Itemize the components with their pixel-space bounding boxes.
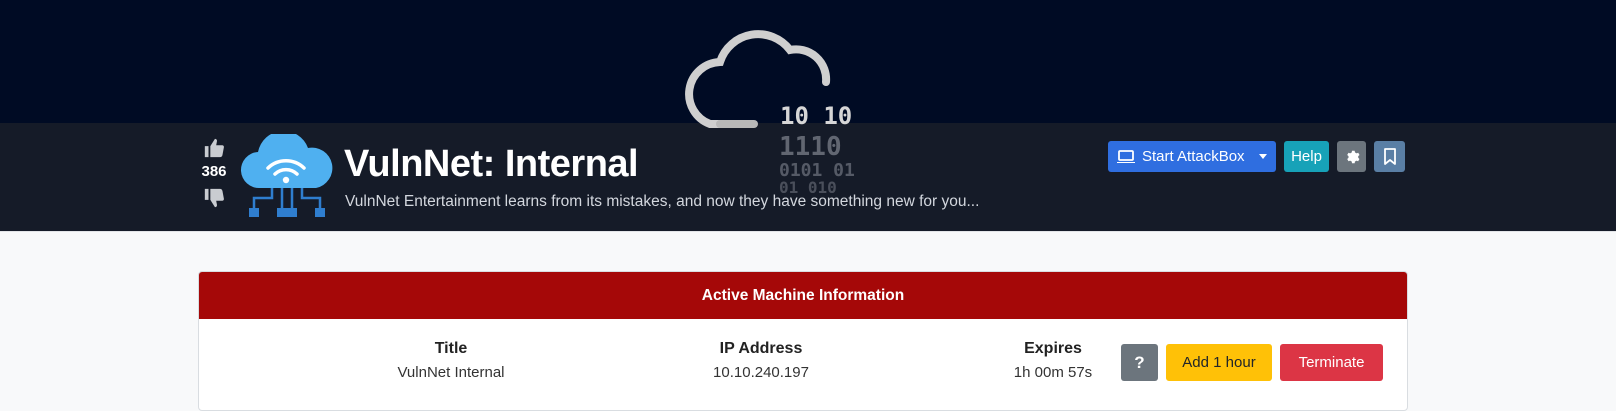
help-button[interactable]: Help [1284, 141, 1329, 172]
vote-widget: 386 [192, 137, 236, 209]
machine-title-value: VulnNet Internal [397, 364, 505, 381]
start-attackbox-button[interactable]: Start AttackBox [1108, 141, 1276, 172]
active-machine-panel: Active Machine Information Title VulnNet… [198, 271, 1408, 411]
header-divider [0, 231, 1616, 232]
ip-address-value[interactable]: 10.10.240.197 [651, 364, 871, 381]
column-label: Title [434, 340, 468, 357]
panel-heading: Active Machine Information [199, 272, 1407, 319]
machine-actions: ? Add 1 hour Terminate [1121, 344, 1383, 381]
thumbs-up-icon[interactable] [203, 137, 225, 159]
thumbs-down-icon[interactable] [203, 187, 225, 209]
machine-help-button[interactable]: ? [1121, 344, 1158, 381]
gear-icon [1346, 150, 1360, 163]
bookmark-button[interactable] [1374, 141, 1405, 172]
ip-address-column: IP Address 10.10.240.197 [651, 340, 871, 381]
start-attackbox-label: Start AttackBox [1142, 148, 1245, 165]
banner-digits: 10 10 [780, 102, 853, 130]
room-toolbar: Start AttackBox Help [1108, 141, 1405, 172]
terminate-button[interactable]: Terminate [1280, 344, 1383, 381]
column-label: IP Address [719, 340, 803, 357]
add-hour-button[interactable]: Add 1 hour [1166, 344, 1272, 381]
machine-title-column: Title VulnNet Internal [341, 340, 561, 381]
page-title: VulnNet: Internal [344, 143, 639, 185]
machine-info-row: Title VulnNet Internal IP Address 10.10.… [199, 319, 1407, 410]
room-description: VulnNet Entertainment learns from its mi… [345, 193, 980, 210]
cloud-network-icon [240, 134, 333, 217]
laptop-icon [1117, 149, 1135, 163]
chevron-down-icon[interactable] [1258, 154, 1267, 159]
bookmark-icon [1383, 147, 1396, 165]
banner-digits: 1110 [779, 132, 842, 162]
settings-button[interactable] [1337, 141, 1366, 172]
vote-count: 386 [201, 163, 227, 180]
